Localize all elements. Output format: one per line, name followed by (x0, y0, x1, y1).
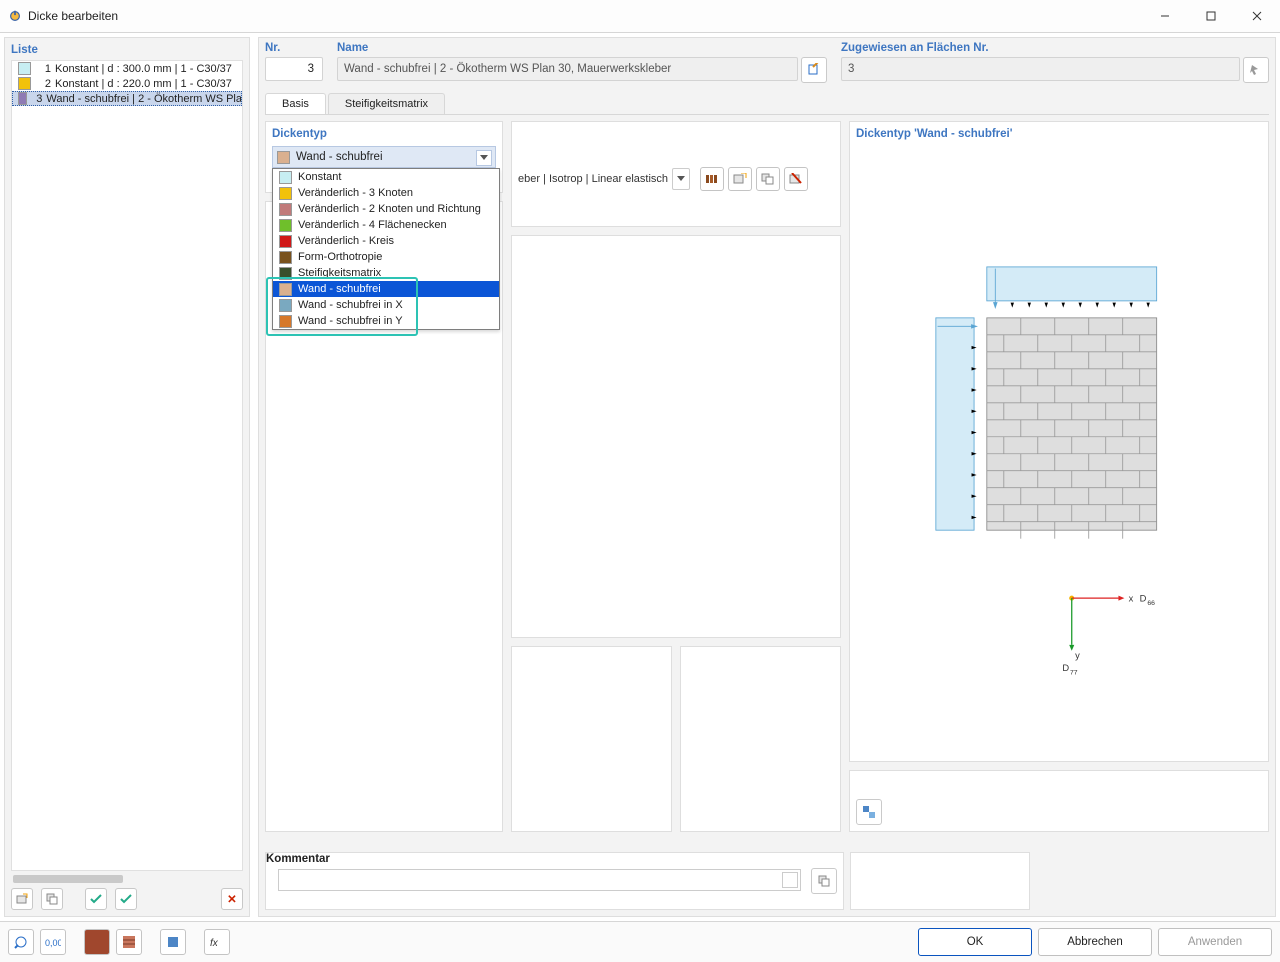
chevron-down-icon (476, 150, 492, 166)
list-item[interactable]: 3Wand - schubfrei | 2 - Ökotherm WS Pla (12, 91, 242, 106)
preview-svg: x D66 y D77 (860, 148, 1258, 751)
preview-box: Dickentyp 'Wand - schubfrei' (849, 121, 1269, 762)
list[interactable]: 1Konstant | d : 300.0 mm | 1 - C30/372Ko… (11, 60, 243, 871)
color-button[interactable] (84, 929, 110, 955)
list-header: Liste (5, 38, 249, 60)
swatch-icon (279, 171, 292, 184)
dropdown-option[interactable]: Veränderlich - 2 Knoten und Richtung (273, 201, 499, 217)
kommentar-pick-button[interactable] (811, 868, 837, 894)
dropdown-option[interactable]: Veränderlich - 4 Flächenecken (273, 217, 499, 233)
dropdown-option[interactable]: Konstant (273, 169, 499, 185)
svg-text:77: 77 (1070, 670, 1078, 677)
list-item[interactable]: 1Konstant | d : 300.0 mm | 1 - C30/37 (12, 61, 242, 76)
panel-b-bottom-right (680, 646, 841, 832)
dropdown-option[interactable]: Veränderlich - Kreis (273, 233, 499, 249)
main-panel: Nr. 3 Name Wand - schubfrei | 2 - Ökothe… (258, 37, 1276, 917)
preview-tool-box (849, 770, 1269, 832)
material-new-button[interactable] (728, 167, 752, 191)
tab-basis[interactable]: Basis (265, 93, 326, 114)
nr-input[interactable]: 3 (265, 57, 323, 81)
title-bar: Dicke bearbeiten (0, 0, 1280, 33)
list-scrollbar[interactable] (11, 873, 243, 885)
pattern-button[interactable] (116, 929, 142, 955)
assigned-input[interactable]: 3 (841, 57, 1240, 81)
list-item[interactable]: 2Konstant | d : 220.0 mm | 1 - C30/37 (12, 76, 242, 91)
swatch-icon (279, 187, 292, 200)
material-library-button[interactable] (700, 167, 724, 191)
material-dropdown-button[interactable] (672, 168, 690, 190)
tab-steifigkeitsmatrix[interactable]: Steifigkeitsmatrix (328, 93, 445, 114)
minimize-button[interactable] (1142, 0, 1188, 32)
nr-label: Nr. (265, 42, 323, 54)
dickentyp-swatch-icon (277, 151, 290, 164)
dropdown-option[interactable]: Veränderlich - 3 Knoten (273, 185, 499, 201)
svg-text:66: 66 (1147, 600, 1155, 607)
dickentyp-box: Dickentyp Wand - schubfrei KonstantVerän… (265, 121, 503, 193)
check-button-2[interactable] (115, 888, 137, 910)
chevron-down-icon (782, 872, 798, 888)
kommentar-input[interactable] (278, 869, 801, 891)
dropdown-option[interactable]: Wand - schubfrei in Y (273, 313, 499, 329)
pick-surfaces-button[interactable] (1243, 57, 1269, 83)
cancel-button[interactable]: Abbrechen (1038, 928, 1152, 956)
dropdown-option[interactable]: Steifigkeitsmatrix (273, 265, 499, 281)
ok-button[interactable]: OK (918, 928, 1032, 956)
material-copy-button[interactable] (756, 167, 780, 191)
new-item-button[interactable] (11, 888, 33, 910)
check-button-1[interactable] (85, 888, 107, 910)
copy-item-button[interactable] (41, 888, 63, 910)
delete-button[interactable]: ✕ (221, 888, 243, 910)
panel-b-middle (511, 235, 841, 638)
dickentyp-dropdown[interactable]: Wand - schubfrei (272, 146, 496, 168)
svg-text:D: D (1140, 594, 1147, 604)
apply-button[interactable]: Anwenden (1158, 928, 1272, 956)
material-box: eber | Isotrop | Linear elastisch (511, 121, 841, 227)
kommentar-label: Kommentar (266, 853, 843, 865)
dropdown-option[interactable]: Wand - schubfrei (273, 281, 499, 297)
app-icon (8, 9, 22, 23)
fx-button[interactable]: fx (204, 929, 230, 955)
swatch-icon (279, 219, 292, 232)
material-delete-button[interactable] (784, 167, 808, 191)
swatch-icon (279, 283, 292, 296)
swatch-icon (18, 92, 27, 105)
window-title: Dicke bearbeiten (28, 9, 118, 23)
swatch-icon (279, 235, 292, 248)
left-panel: Liste 1Konstant | d : 300.0 mm | 1 - C30… (4, 37, 250, 917)
svg-text:0,00: 0,00 (45, 938, 61, 948)
swatch-icon (18, 62, 31, 75)
empty-box-1 (850, 852, 1031, 910)
dropdown-option[interactable]: Wand - schubfrei in X (273, 297, 499, 313)
assigned-label: Zugewiesen an Flächen Nr. (841, 42, 1269, 54)
swatch-icon (279, 299, 292, 312)
close-button[interactable] (1234, 0, 1280, 32)
axis-x-label: x (1129, 594, 1134, 604)
ortho-button[interactable] (160, 929, 186, 955)
swatch-icon (279, 315, 292, 328)
footer-bar: 0,00 fx OK Abbrechen Anwenden (0, 921, 1280, 962)
dickentyp-header: Dickentyp (266, 122, 502, 144)
panel-b-bottom-left (511, 646, 672, 832)
svg-text:D: D (1062, 663, 1069, 673)
swatch-icon (279, 267, 292, 280)
edit-name-button[interactable] (801, 57, 827, 83)
swatch-icon (18, 77, 31, 90)
maximize-button[interactable] (1188, 0, 1234, 32)
axis-y-label: y (1075, 650, 1080, 660)
units-button[interactable]: 0,00 (40, 929, 66, 955)
name-input[interactable]: Wand - schubfrei | 2 - Ökotherm WS Plan … (337, 57, 798, 81)
material-text: eber | Isotrop | Linear elastisch (518, 173, 668, 185)
dickentyp-dropdown-list[interactable]: KonstantVeränderlich - 3 KnotenVeränderl… (272, 168, 500, 330)
kommentar-box: Kommentar (265, 852, 844, 910)
help-button[interactable] (8, 929, 34, 955)
name-label: Name (337, 42, 827, 54)
dropdown-option[interactable]: Form-Orthotropie (273, 249, 499, 265)
preview-settings-button[interactable] (856, 799, 882, 825)
swatch-icon (279, 251, 292, 264)
svg-text:fx: fx (210, 938, 219, 948)
swatch-icon (279, 203, 292, 216)
